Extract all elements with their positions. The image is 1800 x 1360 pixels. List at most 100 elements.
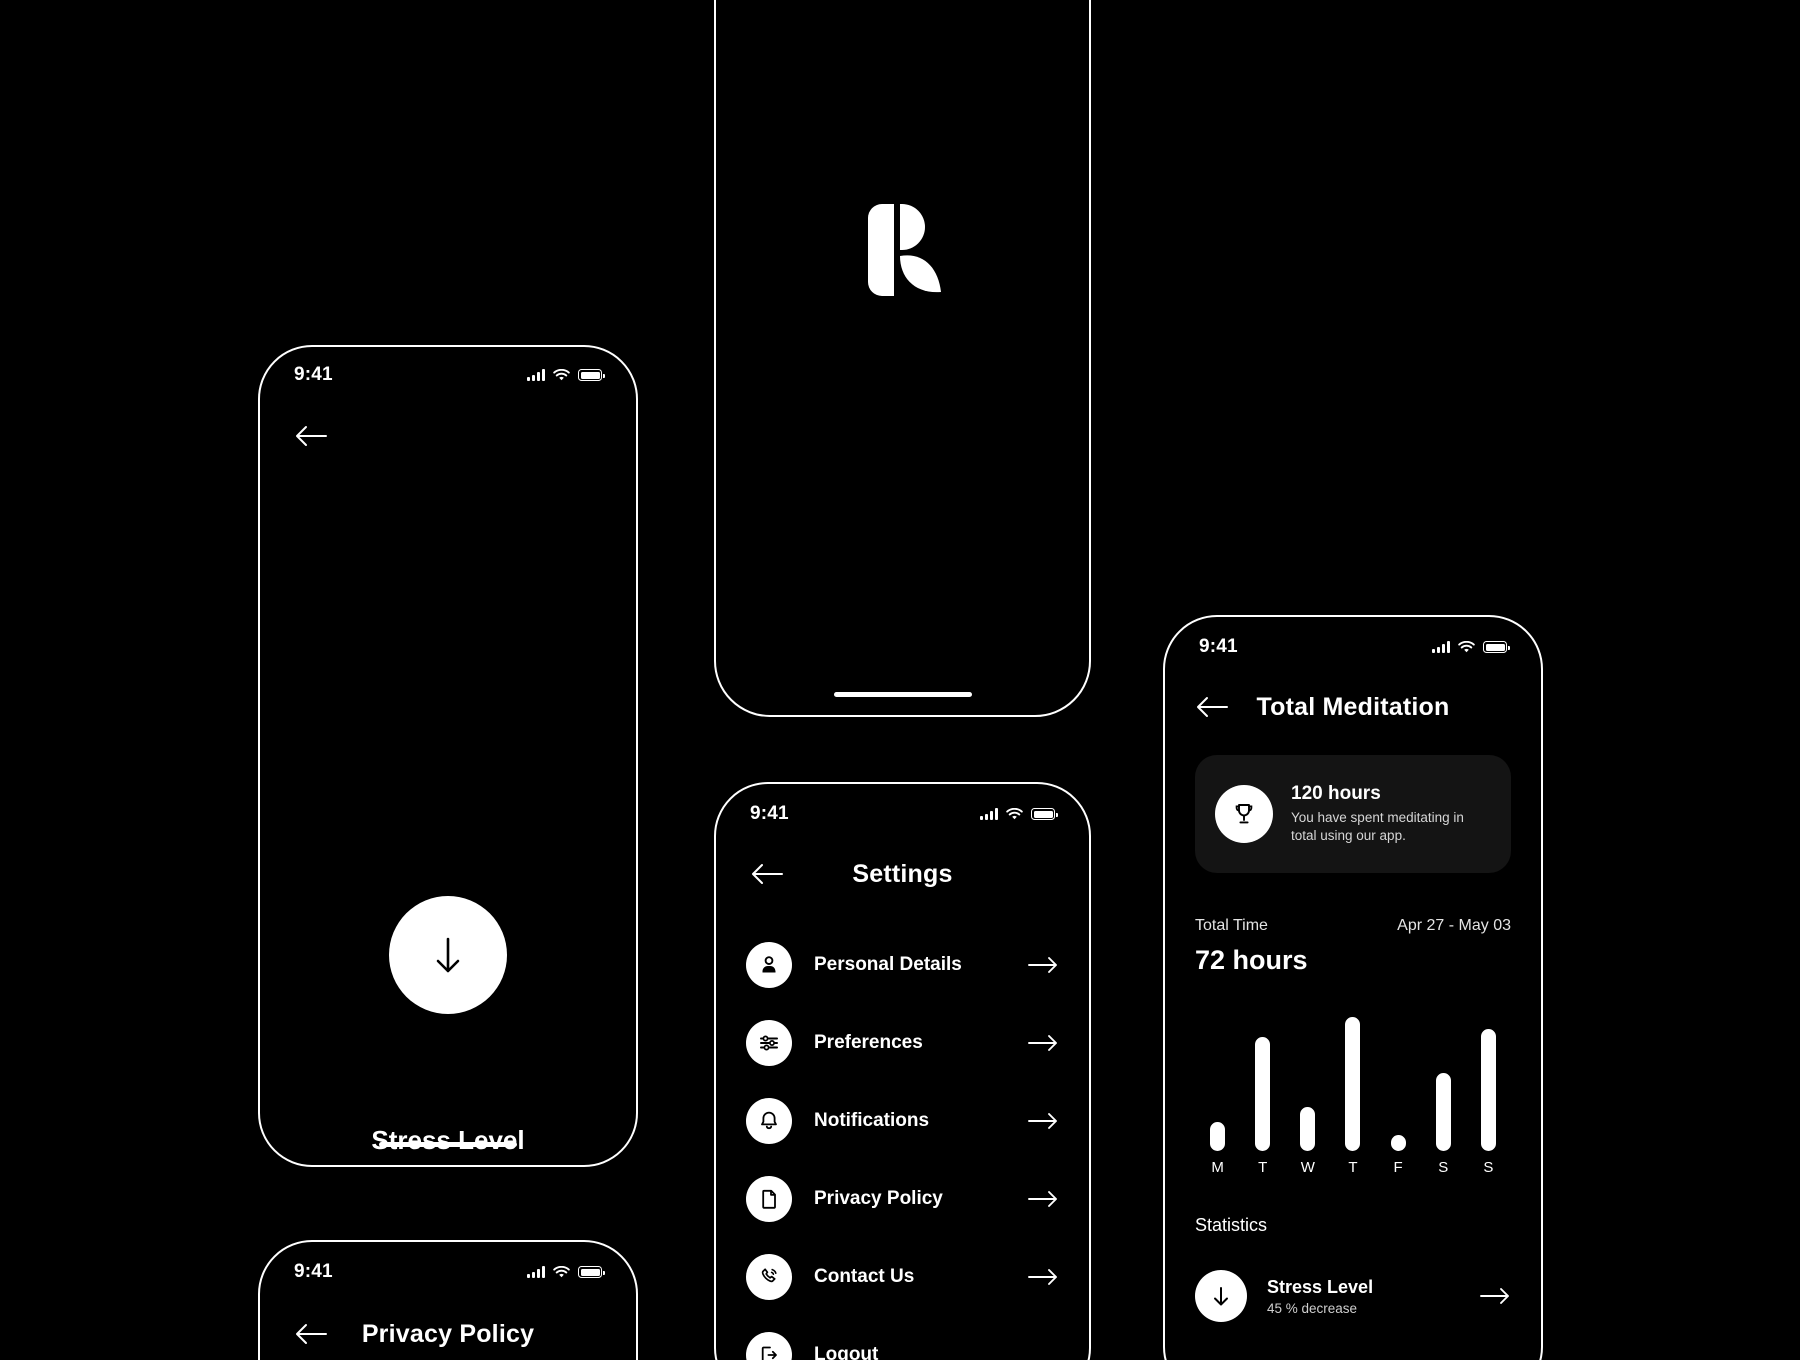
page-title: Settings (852, 859, 953, 888)
back-button[interactable] (1195, 695, 1229, 719)
chart-bar-column (1466, 1005, 1511, 1151)
wifi-icon (553, 1265, 570, 1277)
chart-bar (1390, 1135, 1406, 1151)
arrow-left-icon (296, 426, 327, 446)
chart-bar (1345, 1017, 1361, 1151)
sliders-icon (746, 1020, 792, 1066)
wifi-icon (1458, 640, 1475, 652)
page-title: Privacy Policy (361, 1319, 535, 1348)
screen-splash (716, 0, 1089, 715)
total-hours-card: 120 hours You have spent meditating in t… (1195, 755, 1511, 873)
chart-bar-column (1330, 1005, 1375, 1151)
chart-bar-column (1421, 1005, 1466, 1151)
sidebar-item-preferences[interactable]: Preferences (746, 1004, 1059, 1082)
chart-x-label: S (1438, 1159, 1449, 1176)
arrow-right-icon[interactable] (1027, 1190, 1059, 1208)
status-bar-clock: 9:41 (1199, 636, 1238, 657)
chart-x-label: T (1258, 1159, 1268, 1176)
chart-bar (1255, 1036, 1271, 1151)
chart-bar-column (1195, 1005, 1240, 1151)
logout-icon (746, 1332, 792, 1360)
nav-bar: Settings (716, 856, 1089, 892)
battery-icon (578, 369, 605, 381)
battery-icon (578, 1266, 605, 1278)
status-bar-clock: 9:41 (750, 803, 789, 824)
chart-x-axis-labels: MTWTFSS (1195, 1159, 1511, 1185)
status-bar: 9:41 (260, 1260, 636, 1284)
statistic-row-stress-level[interactable]: Stress Level 45 % decrease (1195, 1265, 1511, 1327)
bell-icon (746, 1098, 792, 1144)
statistic-text: Stress Level 45 % decrease (1267, 1277, 1479, 1316)
signal-bars-icon (980, 808, 998, 820)
document-icon (746, 1176, 792, 1222)
statistic-subtitle: 45 % decrease (1267, 1300, 1358, 1316)
status-bar: 9:41 (1165, 635, 1541, 659)
arrow-left-icon (296, 1324, 327, 1344)
nav-bar: Total Meditation (1165, 689, 1541, 725)
signal-bars-icon (527, 1266, 545, 1278)
arrow-right-icon[interactable] (1027, 1034, 1059, 1052)
brand-r-logo (864, 204, 942, 296)
arrow-left-icon (1197, 697, 1228, 717)
arrow-right-icon[interactable] (1479, 1287, 1511, 1305)
settings-list: Personal Details Preferences Notificatio… (746, 926, 1059, 1360)
chart-x-label: M (1211, 1159, 1224, 1176)
phone-total-meditation: 9:41 Total Meditation 120 hours You have… (1163, 615, 1543, 1360)
sidebar-item-logout[interactable]: Logout (746, 1316, 1059, 1360)
phone-settings: 9:41 Settings Personal Details Preferenc… (714, 782, 1091, 1360)
chart-bar (1210, 1121, 1226, 1151)
chart-x-label: T (1348, 1159, 1358, 1176)
chart-x-label: S (1483, 1159, 1494, 1176)
status-bar: 9:41 (716, 802, 1089, 826)
total-hours-subtitle: You have spent meditating in total using… (1291, 809, 1464, 843)
chart-bar-column (1376, 1005, 1421, 1151)
home-indicator[interactable] (833, 692, 972, 697)
screen-settings: 9:41 Settings Personal Details Preferenc… (716, 784, 1089, 1360)
chart-bar (1435, 1073, 1451, 1151)
list-item-label: Privacy Policy (814, 1188, 943, 1209)
arrow-right-icon[interactable] (1027, 1112, 1059, 1130)
sidebar-item-notifications[interactable]: Notifications (746, 1082, 1059, 1160)
total-hours-text: 120 hours You have spent meditating in t… (1291, 783, 1491, 845)
screen-privacy-policy: 9:41 Privacy Policy (260, 1242, 636, 1360)
statistics-heading: Statistics (1195, 1215, 1268, 1235)
weekly-bar-chart: MTWTFSS (1195, 1005, 1511, 1185)
screen-total-meditation: 9:41 Total Meditation 120 hours You have… (1165, 617, 1541, 1360)
chart-meta: Total Time Apr 27 - May 03 (1195, 917, 1511, 935)
wifi-icon (553, 368, 570, 380)
wifi-icon (1006, 807, 1023, 819)
total-time-value: 72 hours (1195, 945, 1308, 975)
person-icon (746, 942, 792, 988)
status-bar-icons (527, 1265, 605, 1279)
chart-bar (1480, 1029, 1496, 1151)
chart-x-label: F (1393, 1159, 1403, 1176)
home-indicator[interactable] (379, 1142, 517, 1147)
back-button[interactable] (294, 424, 328, 448)
phone-stress-level: 9:41 Stress Level (258, 345, 638, 1167)
chart-bar-column (1240, 1005, 1285, 1151)
phone-splash (714, 0, 1091, 717)
back-button[interactable] (750, 862, 784, 886)
date-range: Apr 27 - May 03 (1397, 917, 1511, 934)
arrow-down-icon (436, 937, 460, 973)
status-bar: 9:41 (260, 363, 636, 387)
sidebar-item-privacy-policy[interactable]: Privacy Policy (746, 1160, 1059, 1238)
total-time-label: Total Time (1195, 917, 1268, 934)
battery-icon (1031, 808, 1058, 820)
chart-bar-column (1285, 1005, 1330, 1151)
arrow-down-icon (1195, 1270, 1247, 1322)
sidebar-item-contact-us[interactable]: Contact Us (746, 1238, 1059, 1316)
statistic-title: Stress Level (1267, 1276, 1374, 1297)
page-title: Total Meditation (1256, 692, 1450, 721)
status-bar-clock: 9:41 (294, 1261, 333, 1282)
chart-bars (1195, 1005, 1511, 1151)
status-bar-icons (1432, 640, 1510, 654)
sidebar-item-personal-details[interactable]: Personal Details (746, 926, 1059, 1004)
trophy-icon (1215, 785, 1273, 843)
arrow-right-icon[interactable] (1027, 956, 1059, 974)
list-item-label: Preferences (814, 1032, 923, 1053)
arrow-right-icon[interactable] (1027, 1268, 1059, 1286)
nav-bar (260, 419, 636, 453)
back-button[interactable] (294, 1322, 328, 1346)
